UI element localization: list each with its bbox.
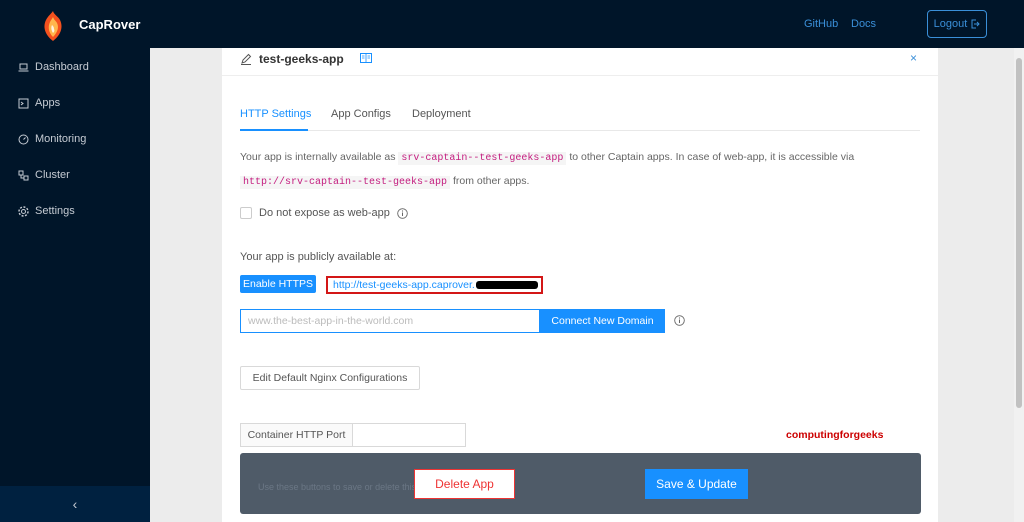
container-port-input[interactable] (353, 423, 466, 447)
sidebar-item-monitoring[interactable]: Monitoring (18, 133, 86, 145)
top-header: CapRover GitHub Docs Logout (0, 0, 1024, 48)
redaction-mark (475, 281, 538, 289)
cluster-icon (18, 170, 29, 180)
close-icon[interactable]: × (910, 51, 917, 65)
watermark-text: computingforgeeks (786, 429, 884, 441)
app-details-card: test-geeks-app × HTTP Settings App Confi… (222, 48, 938, 522)
container-port-label: Container HTTP Port (240, 423, 353, 447)
tab-http-settings[interactable]: HTTP Settings (240, 108, 311, 120)
code-icon (18, 98, 29, 108)
sidebar-item-label: Cluster (35, 169, 70, 181)
laptop-icon (18, 63, 29, 71)
github-link[interactable]: GitHub (804, 18, 838, 30)
internal-availability-text: Your app is internally available as srv-… (240, 151, 855, 189)
info-icon[interactable] (397, 207, 408, 219)
not-expose-checkbox[interactable] (240, 207, 252, 219)
sidebar-item-cluster[interactable]: Cluster (18, 169, 70, 181)
not-expose-row: Do not expose as web-app (240, 207, 408, 219)
sidebar: Dashboard Apps Monitoring Cluster Settin… (0, 48, 150, 522)
tab-app-configs[interactable]: App Configs (331, 108, 391, 120)
not-expose-label[interactable]: Do not expose as web-app (259, 207, 390, 219)
public-url-highlight: http://test-geeks-app.caprover. (326, 276, 543, 294)
sidebar-item-label: Dashboard (35, 61, 89, 73)
page-scrollbar[interactable] (1014, 48, 1024, 522)
edit-icon[interactable] (240, 53, 252, 65)
book-icon[interactable] (360, 53, 372, 64)
scrollbar-thumb[interactable] (1016, 58, 1022, 408)
public-url-link[interactable]: http://test-geeks-app.caprover. (333, 279, 475, 291)
logout-icon (971, 19, 981, 29)
collapse-sidebar-button[interactable]: ‹ (0, 486, 150, 522)
app-title: test-geeks-app (259, 52, 344, 66)
logout-label: Logout (933, 18, 968, 30)
app-tabs: HTTP Settings App Configs Deployment (240, 103, 920, 131)
brand-name[interactable]: CapRover (79, 17, 140, 32)
info-icon[interactable] (674, 315, 685, 326)
internal-hostname: srv-captain--test-geeks-app (398, 152, 567, 165)
docs-link[interactable]: Docs (851, 18, 876, 30)
sidebar-item-dashboard[interactable]: Dashboard (18, 61, 89, 73)
action-bar-hint: Use these buttons to save or delete this… (258, 482, 434, 492)
action-bar: Use these buttons to save or delete this… (240, 453, 921, 514)
active-tab-indicator (240, 129, 308, 131)
enable-https-button[interactable]: Enable HTTPS (240, 275, 316, 293)
sidebar-item-label: Apps (35, 97, 61, 109)
chevron-left-icon: ‹ (72, 496, 78, 512)
tab-deployment[interactable]: Deployment (412, 108, 471, 120)
public-availability-label: Your app is publicly available at: (240, 251, 397, 263)
sidebar-item-label: Monitoring (35, 133, 87, 145)
connect-new-domain-button[interactable]: Connect New Domain (540, 309, 665, 333)
logout-button[interactable]: Logout (927, 10, 987, 38)
delete-app-button[interactable]: Delete App (414, 469, 515, 499)
dashboard-gauge-icon (18, 134, 29, 144)
sidebar-item-label: Settings (35, 205, 75, 217)
sidebar-item-apps[interactable]: Apps (18, 97, 60, 109)
edit-nginx-config-button[interactable]: Edit Default Nginx Configurations (240, 366, 420, 390)
caprover-logo-icon[interactable] (40, 10, 66, 42)
save-update-button[interactable]: Save & Update (645, 469, 748, 499)
sidebar-item-settings[interactable]: Settings (18, 205, 75, 217)
custom-domain-input[interactable] (240, 309, 540, 333)
gear-icon (18, 205, 29, 217)
card-header: test-geeks-app × (222, 48, 938, 76)
internal-url: http://srv-captain--test-geeks-app (240, 176, 451, 189)
